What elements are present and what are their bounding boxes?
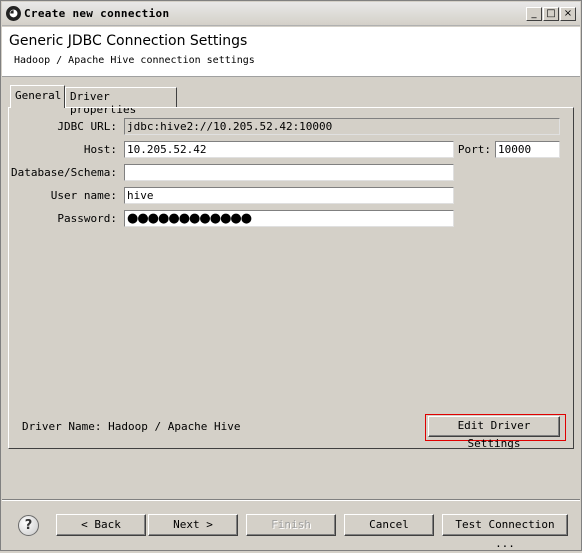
page-title: Generic JDBC Connection Settings (9, 33, 248, 49)
driver-name-label: Driver Name: Hadoop / Apache Hive (22, 420, 241, 433)
port-label: Port: (457, 143, 491, 156)
cancel-button[interactable]: Cancel (344, 514, 434, 536)
title-bar[interactable]: ◕ Create new connection _ □ × (2, 2, 580, 26)
port-field[interactable]: 10000 (495, 141, 560, 158)
next-button[interactable]: Next > (148, 514, 238, 536)
jdbc-url-field[interactable]: jdbc:hive2://10.205.52.42:10000 (124, 118, 560, 135)
edit-driver-settings-button[interactable]: Edit Driver Settings (428, 416, 560, 450)
password-field[interactable]: ●●●●●●●●●●●● (124, 210, 454, 227)
help-icon[interactable]: ? (18, 515, 39, 536)
footer-separator (2, 499, 580, 501)
close-button[interactable]: × (560, 7, 576, 21)
page-subtitle: Hadoop / Apache Hive connection settings (14, 55, 255, 66)
back-button[interactable]: < Back (56, 514, 146, 536)
window-title: Create new connection (24, 7, 170, 20)
minimize-button[interactable]: _ (526, 7, 542, 21)
password-label: Password: (57, 212, 117, 225)
database-field[interactable] (124, 164, 454, 181)
finish-button[interactable]: Finish (246, 514, 336, 536)
test-connection-button[interactable]: Test Connection ... (442, 514, 568, 550)
tab-general[interactable]: General (10, 85, 65, 108)
host-label: Host: (83, 143, 117, 156)
maximize-button[interactable]: □ (543, 7, 559, 21)
username-field[interactable]: hive (124, 187, 454, 204)
database-label: Database/Schema: (11, 166, 117, 179)
general-panel: JDBC URL: jdbc:hive2://10.205.52.42:1000… (8, 107, 574, 449)
create-connection-window: ◕ Create new connection _ □ × Generic JD… (0, 0, 582, 551)
host-field[interactable]: 10.205.52.42 (124, 141, 454, 158)
tab-driver-properties[interactable]: Driver properties (65, 87, 177, 116)
dbeaver-app-icon: ◕ (6, 6, 21, 21)
wizard-header: Generic JDBC Connection Settings Hadoop … (2, 27, 580, 77)
username-label: User name: (50, 189, 117, 202)
jdbc-url-label: JDBC URL: (57, 120, 117, 133)
